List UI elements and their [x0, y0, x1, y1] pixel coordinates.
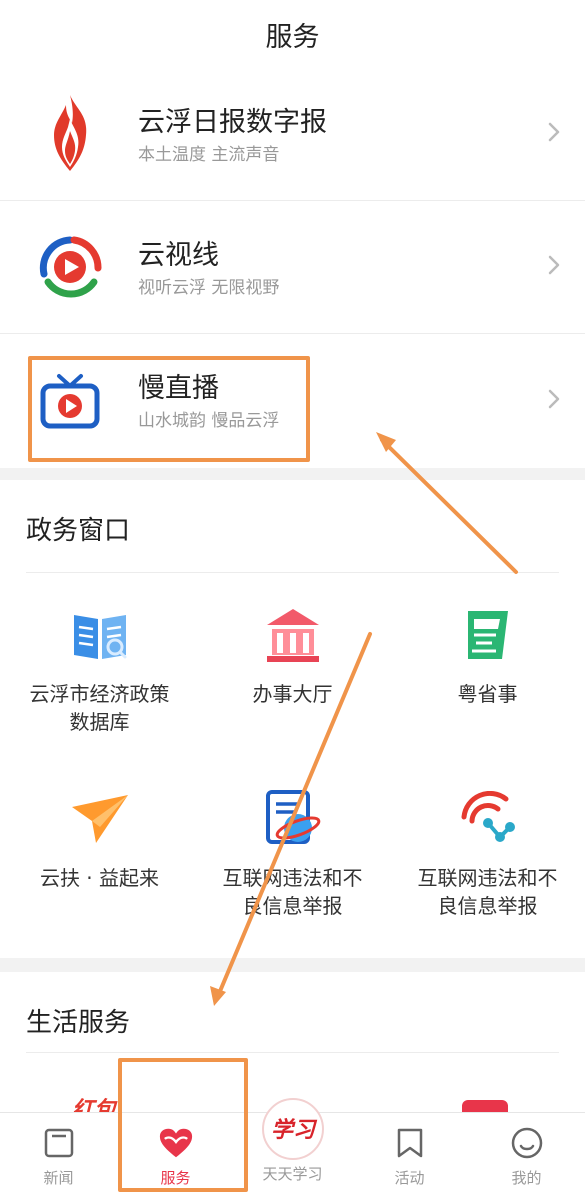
section-title: 政务窗口 — [26, 516, 131, 546]
grid-label: 办事大厅 — [252, 682, 333, 706]
tab-mine[interactable]: 我的 — [468, 1113, 585, 1194]
section-title: 生活服务 — [26, 1008, 131, 1038]
document-globe-icon — [262, 788, 324, 850]
paper-plane-icon — [69, 788, 131, 850]
grid-item-bad-info-report[interactable]: 互联网违法和不 良信息举报 — [390, 788, 585, 920]
grid-label: 互联网违法和不 良信息举报 — [417, 866, 558, 918]
chevron-right-icon — [547, 388, 561, 414]
grid-item-yunfu-charity[interactable]: 云扶 · 益起来 — [2, 788, 197, 892]
app-title: 慢直播 — [138, 373, 219, 404]
app-subtitle: 视听云浮 无限视野 — [138, 278, 280, 298]
featured-app-list: 云浮日报数字报 本土温度 主流声音 云视线 视听云浮 无限视野 慢直播 山水城韵… — [0, 68, 585, 468]
top-header: 服务 — [0, 0, 585, 68]
grid-item-policy-database[interactable]: 云浮市经济政策 数据库 — [2, 604, 197, 736]
svg-text:学习: 学习 — [270, 1117, 317, 1143]
tab-label: 天天学习 — [262, 1165, 323, 1183]
app-subtitle: 本土温度 主流声音 — [138, 145, 280, 165]
cloud-video-logo-icon — [36, 233, 104, 301]
divider — [26, 1052, 559, 1053]
bottom-tab-bar: 新闻 服务 学习 天天学习 活动 我的 — [0, 1098, 585, 1194]
xuexi-logo-icon: 学习 — [261, 1097, 325, 1161]
profile-icon — [509, 1125, 545, 1161]
chevron-right-icon — [547, 254, 561, 280]
grid-label: 云扶 · 益起来 — [39, 866, 160, 890]
chevron-right-icon — [547, 121, 561, 147]
tab-label: 新闻 — [43, 1169, 74, 1187]
app-title: 云浮日报数字报 — [138, 107, 327, 138]
government-section: 政务窗口 云浮市经济政策 数据库 办事大厅 粤省事 云扶 · 益起来 互联网违法… — [0, 480, 585, 958]
app-row-cloud-video[interactable]: 云视线 视听云浮 无限视野 — [0, 201, 585, 334]
grid-label: 云浮市经济政策 数据库 — [29, 682, 170, 734]
app-row-slow-live[interactable]: 慢直播 山水城韵 慢品云浮 — [0, 334, 585, 468]
news-icon — [41, 1125, 77, 1161]
tab-activities[interactable]: 活动 — [351, 1113, 468, 1194]
tab-label: 我的 — [511, 1169, 542, 1187]
flame-logo-icon — [36, 95, 104, 171]
tab-label: 活动 — [394, 1169, 425, 1187]
divider — [26, 572, 559, 573]
network-signal-icon — [457, 788, 519, 850]
grid-label: 互联网违法和不 良信息举报 — [222, 866, 363, 918]
government-building-icon — [262, 604, 324, 666]
tab-daily-study[interactable]: 学习 天天学习 — [234, 1098, 351, 1194]
grid-item-illegal-report[interactable]: 互联网违法和不 良信息举报 — [195, 788, 390, 920]
grid-item-service-hall[interactable]: 办事大厅 — [195, 604, 390, 708]
app-subtitle: 山水城韵 慢品云浮 — [138, 411, 280, 431]
heart-service-icon — [158, 1125, 194, 1161]
yue-app-icon — [457, 604, 519, 666]
grid-label: 粤省事 — [457, 682, 518, 706]
tab-services[interactable]: 服务 — [117, 1113, 234, 1194]
book-search-icon — [69, 604, 131, 666]
page-title: 服务 — [265, 21, 320, 53]
app-title: 云视线 — [138, 240, 219, 271]
tv-play-icon — [36, 367, 104, 435]
bookmark-activity-icon — [392, 1125, 428, 1161]
app-row-daily-paper[interactable]: 云浮日报数字报 本土温度 主流声音 — [0, 68, 585, 201]
tab-news[interactable]: 新闻 — [0, 1113, 117, 1194]
grid-item-yueshengshi[interactable]: 粤省事 — [390, 604, 585, 708]
life-services-section: 生活服务 红包 — [0, 972, 585, 1123]
tab-label: 服务 — [160, 1169, 191, 1187]
